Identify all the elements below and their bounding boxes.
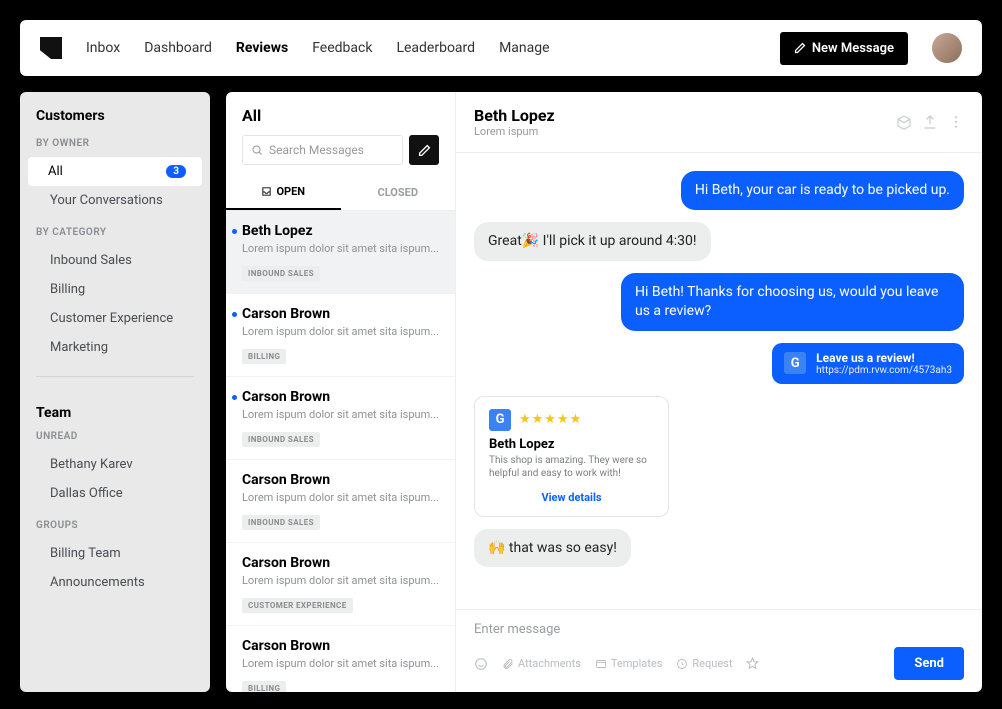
attachments-button[interactable]: Attachments <box>502 657 581 670</box>
conversation-item[interactable]: Carson Brown Lorem ispum dolor sit amet s… <box>226 626 455 692</box>
inbox-icon <box>261 186 272 197</box>
templates-button[interactable]: Templates <box>595 657 662 670</box>
search-placeholder: Search Messages <box>269 143 364 157</box>
chat-contact-sub: Lorem ispum <box>474 125 886 138</box>
sidebar-unread-item[interactable]: Bethany Karev <box>20 450 210 479</box>
compose-button[interactable] <box>409 135 439 165</box>
outgoing-message: Hi Beth, your car is ready to be picked … <box>681 171 964 210</box>
review-link-card[interactable]: GLeave us a review!https://pdm.rvw.com/4… <box>772 343 964 384</box>
sidebar: Customers BY OWNER All3Your Conversation… <box>20 92 210 692</box>
conv-name: Carson Brown <box>242 306 439 322</box>
unread-dot-icon <box>232 312 237 317</box>
star-rating-icon: ★★★★★ <box>519 412 582 427</box>
message-input[interactable]: Enter message <box>474 622 964 637</box>
groups-label: GROUPS <box>20 520 210 539</box>
list-title: All <box>242 106 439 125</box>
conv-preview: Lorem ispum dolor sit amet sita ispum... <box>242 491 439 504</box>
logo-icon <box>40 37 62 59</box>
outgoing-message: Hi Beth! Thanks for choosing us, would y… <box>621 273 964 331</box>
view-details-link[interactable]: View details <box>489 491 654 504</box>
conv-tag: BILLING <box>242 349 286 364</box>
more-icon[interactable] <box>948 114 964 130</box>
conv-preview: Lorem ispum dolor sit amet sita ispum... <box>242 657 439 670</box>
sidebar-owner-item[interactable]: Your Conversations <box>20 186 210 215</box>
sidebar-owner-item[interactable]: All3 <box>28 157 202 186</box>
sidebar-unread-item[interactable]: Dallas Office <box>20 479 210 508</box>
incoming-message: 🙌 that was so easy! <box>474 529 631 568</box>
conversation-item[interactable]: Carson Brown Lorem ispum dolor sit amet s… <box>226 460 455 543</box>
sidebar-category-item[interactable]: Customer Experience <box>20 304 210 333</box>
conversation-item[interactable]: Beth Lopez Lorem ispum dolor sit amet sit… <box>226 211 455 294</box>
conversation-list: All Search Messages OPEN CLOSED <box>226 92 456 692</box>
top-bar: Inbox Dashboard Reviews Feedback Leaderboard… <box>20 20 982 76</box>
unread-dot-icon <box>232 395 237 400</box>
review-card: G★★★★★Beth LopezThis shop is amazing. Th… <box>474 396 669 517</box>
conv-preview: Lorem ispum dolor sit amet sita ispum... <box>242 574 439 587</box>
request-button[interactable]: Request <box>676 657 732 670</box>
compose-icon <box>794 42 806 54</box>
user-avatar[interactable] <box>932 33 962 63</box>
conv-preview: Lorem ispum dolor sit amet sita ispum... <box>242 408 439 421</box>
conv-tag: INBOUND SALES <box>242 515 320 530</box>
nav-inbox[interactable]: Inbox <box>86 40 120 56</box>
unread-label: UNREAD <box>20 431 210 450</box>
conv-name: Beth Lopez <box>242 223 439 239</box>
upload-icon[interactable] <box>922 114 938 130</box>
count-badge: 3 <box>166 165 186 178</box>
google-icon: G <box>784 352 806 374</box>
pencil-icon <box>418 144 431 157</box>
star-button[interactable] <box>746 657 759 670</box>
conv-name: Carson Brown <box>242 472 439 488</box>
conv-preview: Lorem ispum dolor sit amet sita ispum... <box>242 325 439 338</box>
chat-pane: Beth Lopez Lorem ispum Hi Beth, your car… <box>456 92 982 692</box>
nav-reviews[interactable]: Reviews <box>236 40 288 56</box>
conv-tag: INBOUND SALES <box>242 432 320 447</box>
content-panel: All Search Messages OPEN CLOSED <box>226 92 982 692</box>
emoji-button[interactable] <box>474 657 488 671</box>
conv-name: Carson Brown <box>242 389 439 405</box>
main-nav: Inbox Dashboard Reviews Feedback Leaderboard… <box>86 40 756 56</box>
new-message-label: New Message <box>812 41 894 56</box>
search-input[interactable]: Search Messages <box>242 135 403 165</box>
tab-closed[interactable]: CLOSED <box>341 175 456 210</box>
google-icon: G <box>489 409 511 431</box>
conv-tag: BILLING <box>242 681 286 692</box>
sidebar-category-item[interactable]: Inbound Sales <box>20 246 210 275</box>
team-title: Team <box>20 391 210 431</box>
new-message-button[interactable]: New Message <box>780 32 908 65</box>
nav-dashboard[interactable]: Dashboard <box>144 40 212 56</box>
by-owner-label: BY OWNER <box>20 138 210 157</box>
nav-manage[interactable]: Manage <box>499 40 549 56</box>
conversation-item[interactable]: Carson Brown Lorem ispum dolor sit amet s… <box>226 543 455 626</box>
sidebar-title: Customers <box>20 108 210 138</box>
incoming-message: Great🎉 I'll pick it up around 4:30! <box>474 222 711 261</box>
composer: Enter message Attachments Templates Requ… <box>456 609 982 692</box>
unread-dot-icon <box>232 229 237 234</box>
send-button[interactable]: Send <box>894 647 964 680</box>
chat-contact-name: Beth Lopez <box>474 106 886 125</box>
tab-open[interactable]: OPEN <box>226 175 341 210</box>
by-category-label: BY CATEGORY <box>20 227 210 246</box>
conv-tag: INBOUND SALES <box>242 266 320 281</box>
conv-name: Carson Brown <box>242 638 439 654</box>
sidebar-category-item[interactable]: Marketing <box>20 333 210 362</box>
search-icon <box>251 144 263 156</box>
sidebar-group-item[interactable]: Billing Team <box>20 539 210 568</box>
conversation-item[interactable]: Carson Brown Lorem ispum dolor sit amet s… <box>226 294 455 377</box>
nav-feedback[interactable]: Feedback <box>312 40 372 56</box>
archive-icon[interactable] <box>896 114 912 130</box>
conv-preview: Lorem ispum dolor sit amet sita ispum... <box>242 242 439 255</box>
nav-leaderboard[interactable]: Leaderboard <box>396 40 475 56</box>
conv-tag: CUSTOMER EXPERIENCE <box>242 598 353 613</box>
conv-name: Carson Brown <box>242 555 439 571</box>
sidebar-group-item[interactable]: Announcements <box>20 568 210 597</box>
conversation-item[interactable]: Carson Brown Lorem ispum dolor sit amet s… <box>226 377 455 460</box>
sidebar-category-item[interactable]: Billing <box>20 275 210 304</box>
